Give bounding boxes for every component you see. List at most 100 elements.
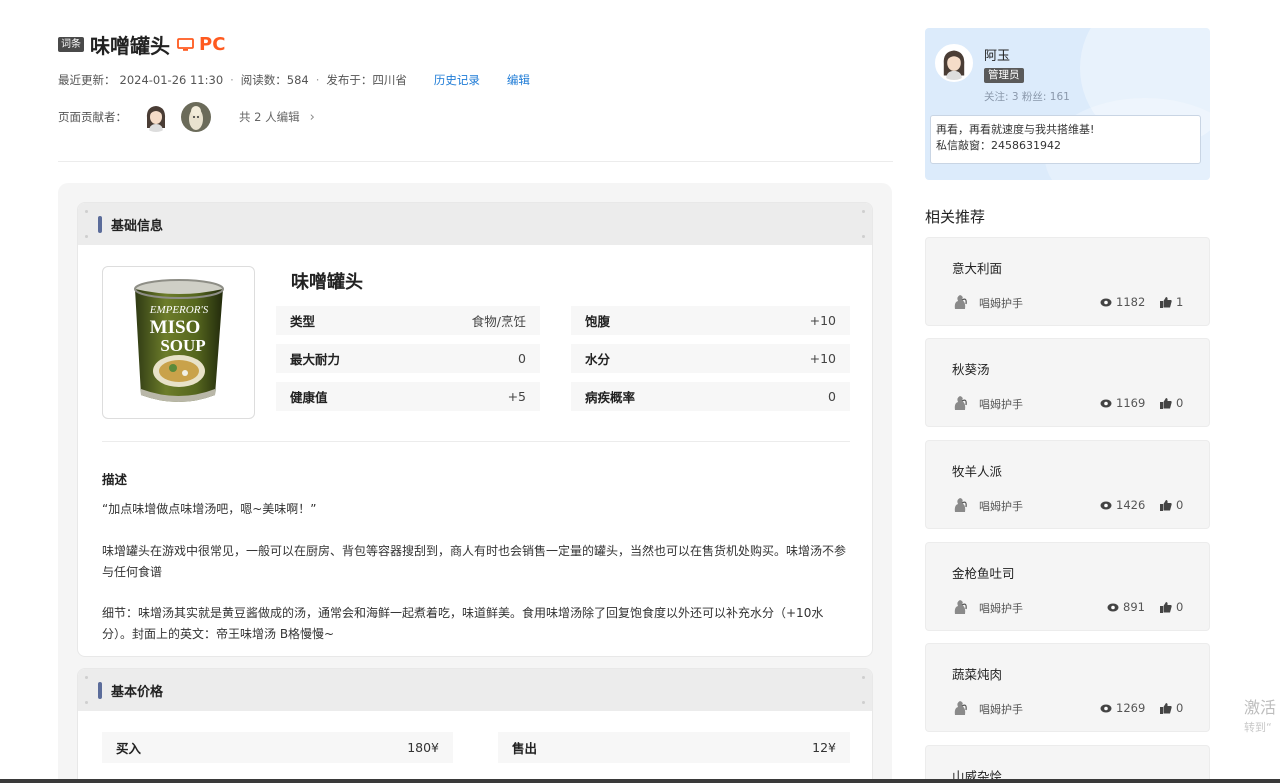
view-count: 1182 bbox=[1100, 295, 1145, 309]
recommendation-card[interactable]: 蔬菜炖肉 唱姆护手 1269 0 bbox=[925, 643, 1210, 732]
stat-label: 水分 bbox=[585, 352, 611, 367]
stat-value: +10 bbox=[809, 313, 836, 328]
corner-dot bbox=[862, 210, 865, 213]
like-count: 0 bbox=[1160, 701, 1183, 715]
stat-value: 0 bbox=[828, 389, 836, 404]
page-header: 词条 味噌罐头 PC 最近更新： 2024-01-26 11:30 · 阅读数：… bbox=[58, 31, 893, 133]
recommendation-name[interactable]: 蔬菜炖肉 bbox=[952, 664, 1002, 683]
squirrel-author-icon bbox=[954, 396, 967, 410]
likes-value: 1 bbox=[1176, 295, 1184, 309]
likes-value: 0 bbox=[1176, 498, 1184, 512]
recommendation-author: 唱姆护手 bbox=[979, 703, 1023, 716]
editors-count-link[interactable]: 共 2 人编辑 bbox=[239, 109, 300, 125]
corner-dot bbox=[85, 701, 88, 704]
recommendation-author: 唱姆护手 bbox=[979, 500, 1023, 513]
stat-value: +10 bbox=[809, 351, 836, 366]
watermark-subline: 转到“ bbox=[1244, 721, 1272, 734]
entry-tag-badge: 词条 bbox=[58, 36, 84, 52]
recommendation-card[interactable]: 牧羊人派 唱姆护手 1426 0 bbox=[925, 440, 1210, 529]
stat-max-stamina: 最大耐力 0 bbox=[276, 344, 540, 373]
buy-price: 买入 180¥ bbox=[102, 732, 453, 763]
views-value: 891 bbox=[1123, 600, 1145, 614]
item-image: EMPEROR'S MISO SOUP bbox=[102, 266, 255, 419]
thumbs-up-icon bbox=[1160, 397, 1172, 409]
platform-label: PC bbox=[199, 33, 226, 55]
last-updated-value: 2024-01-26 11:30 bbox=[119, 73, 224, 87]
header-divider bbox=[58, 161, 893, 162]
price-section: 基本价格 买入 180¥ 售出 12¥ bbox=[77, 668, 873, 783]
description-details: 细节：味增汤其实就是黄豆酱做成的汤，通常会和海鲜一起煮着吃，味道鲜美。食用味增汤… bbox=[102, 606, 824, 641]
stat-type: 类型 食物/烹饪 bbox=[276, 306, 540, 335]
reads-value: 584 bbox=[286, 73, 309, 87]
reads-label: 阅读数： bbox=[240, 73, 287, 87]
title-row: 词条 味噌罐头 PC bbox=[58, 31, 893, 58]
stat-health: 健康值 +5 bbox=[276, 382, 540, 411]
sell-price: 售出 12¥ bbox=[498, 732, 850, 763]
can-title-text: MISO bbox=[150, 317, 201, 338]
description-title: 描述 bbox=[102, 472, 128, 487]
corner-dot bbox=[862, 701, 865, 704]
recommendation-name[interactable]: 意大利面 bbox=[952, 258, 1002, 277]
recommendation-card[interactable]: 山威杂烩 bbox=[925, 745, 1210, 783]
recommendation-name[interactable]: 牧羊人派 bbox=[952, 461, 1002, 480]
item-name: 味噌罐头 bbox=[291, 272, 363, 293]
author-avatar[interactable] bbox=[935, 44, 973, 82]
eye-icon bbox=[1100, 298, 1112, 306]
message-line: 再看，再看就速度与我共搭维基! bbox=[936, 123, 1095, 136]
recommendation-name[interactable]: 金枪鱼吐司 bbox=[952, 563, 1015, 582]
stat-label: 病疾概率 bbox=[585, 390, 636, 405]
last-updated-label: 最近更新： bbox=[58, 73, 116, 87]
recommendations-title: 相关推荐 bbox=[925, 208, 986, 226]
thumbs-up-icon bbox=[1160, 601, 1172, 613]
stat-value: 0 bbox=[518, 351, 526, 366]
thumbs-up-icon bbox=[1160, 499, 1172, 511]
section-header: 基本价格 bbox=[78, 669, 872, 711]
sell-value: 12¥ bbox=[812, 740, 836, 755]
view-count: 1426 bbox=[1100, 498, 1145, 512]
chevron-right-icon[interactable]: › bbox=[310, 110, 315, 125]
recommendation-card[interactable]: 秋葵汤 唱姆护手 1169 0 bbox=[925, 338, 1210, 427]
eye-icon bbox=[1100, 704, 1112, 712]
like-count: 1 bbox=[1160, 295, 1183, 309]
can-subtitle-text: SOUP bbox=[160, 336, 205, 355]
thumbs-up-icon bbox=[1160, 702, 1172, 714]
stat-satiety: 饱腹 +10 bbox=[571, 306, 850, 335]
section-accent-bar bbox=[98, 681, 102, 699]
recommendation-author: 唱姆护手 bbox=[979, 297, 1023, 310]
miso-can-image: EMPEROR'S MISO SOUP bbox=[134, 279, 224, 402]
recommendation-card[interactable]: 意大利面 唱姆护手 1182 1 bbox=[925, 237, 1210, 326]
views-value: 1426 bbox=[1116, 498, 1146, 512]
stat-value: +5 bbox=[507, 389, 526, 404]
squirrel-author-icon bbox=[954, 295, 967, 309]
recommendation-card[interactable]: 金枪鱼吐司 唱姆护手 891 0 bbox=[925, 542, 1210, 631]
contributor-avatar[interactable] bbox=[141, 102, 171, 132]
thumbs-up-icon bbox=[1160, 296, 1172, 308]
info-divider bbox=[102, 441, 850, 442]
view-count: 891 bbox=[1107, 600, 1145, 614]
stat-label: 饱腹 bbox=[585, 314, 611, 329]
history-link[interactable]: 历史记录 bbox=[434, 72, 480, 88]
like-count: 0 bbox=[1160, 600, 1183, 614]
section-title: 基础信息 bbox=[111, 218, 164, 234]
views-value: 1269 bbox=[1116, 701, 1146, 715]
corner-dot bbox=[85, 210, 88, 213]
stat-label: 最大耐力 bbox=[290, 352, 341, 367]
description-quote: “加点味增做点味增汤吧，嗯~美味啊！” bbox=[102, 502, 317, 516]
corner-dot bbox=[85, 235, 88, 238]
edit-link[interactable]: 编辑 bbox=[507, 72, 530, 88]
stat-value: 食物/烹饪 bbox=[471, 314, 526, 329]
author-name[interactable]: 阿玉 bbox=[984, 45, 1010, 64]
contributors-label: 页面贡献者： bbox=[58, 110, 127, 124]
can-brand-text: EMPEROR'S bbox=[149, 304, 209, 316]
contributor-avatar[interactable] bbox=[181, 102, 211, 132]
role-badge: 管理员 bbox=[984, 68, 1024, 83]
stat-hydration: 水分 +10 bbox=[571, 344, 850, 373]
recommendation-name[interactable]: 秋葵汤 bbox=[952, 359, 990, 378]
meta-separator: · bbox=[315, 73, 320, 87]
follow-stats: 关注: 3 粉丝: 161 bbox=[984, 91, 1070, 103]
recommendation-author: 唱姆护手 bbox=[979, 602, 1023, 615]
views-value: 1169 bbox=[1116, 396, 1146, 410]
buy-value: 180¥ bbox=[407, 740, 439, 755]
monitor-icon bbox=[177, 37, 194, 51]
like-count: 0 bbox=[1160, 396, 1183, 410]
